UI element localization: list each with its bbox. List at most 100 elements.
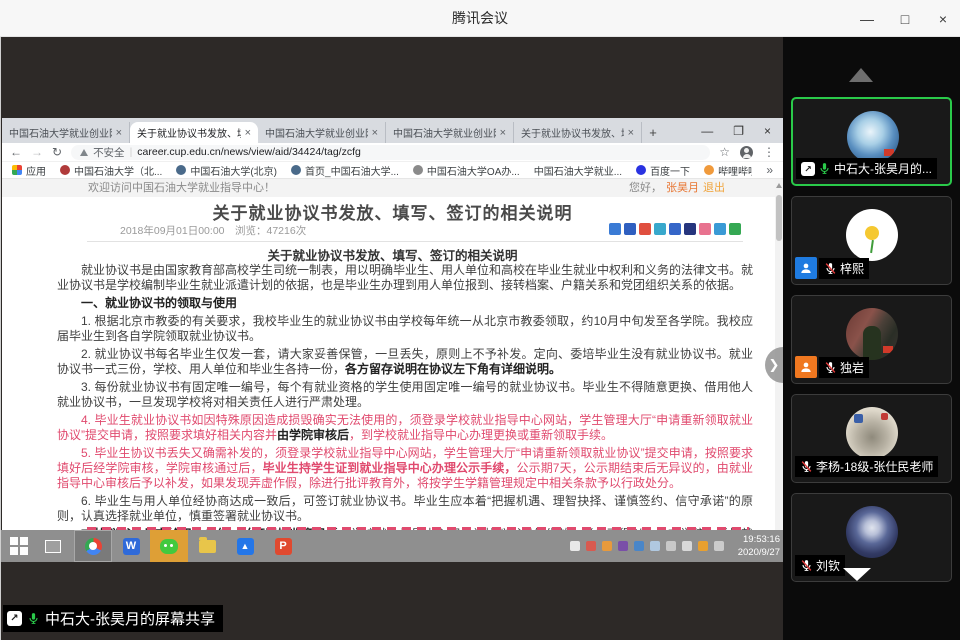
meeting-icon: ▲ [237,538,254,555]
share-service-icon-7[interactable] [699,223,711,235]
share-service-icon-1[interactable] [609,223,621,235]
text-segment: ，到学校就业指导中心办理更换或重新领取手续。 [349,428,613,442]
tab-close-icon[interactable]: × [116,127,122,139]
window-controls: — □ × [860,0,950,37]
powerpoint-taskbar-button[interactable]: P [264,530,302,562]
tab-close-icon[interactable]: × [372,127,378,139]
bookmark-star-icon[interactable]: ☆ [719,145,730,159]
tab-close-icon[interactable]: × [500,127,506,139]
bookmarks-overflow-icon[interactable]: » [766,163,773,177]
browser-menu-icon[interactable]: ⋮ [763,145,775,159]
bookmark-item[interactable]: 哔哩哔哩 ( ゜- ゜)つ... [704,163,752,178]
browser-minimize-button[interactable]: — [701,124,713,138]
back-icon[interactable]: ← [10,145,22,159]
share-service-icon-8[interactable] [714,223,726,235]
reload-icon[interactable]: ↻ [52,145,62,159]
scrollbar-up-arrow-icon[interactable] [776,183,782,188]
start-button[interactable] [10,537,28,555]
browser-tab[interactable]: 关于就业协议书发放、填写、…× [514,122,642,143]
forward-icon[interactable]: → [31,145,43,159]
share-service-icon-9[interactable] [729,223,741,235]
bookmark-label: 百度一下 [650,163,690,178]
participant-tile[interactable]: 李杨-18级-张仕民老师 [791,394,952,483]
profile-avatar-icon[interactable] [740,146,753,159]
tencent-meeting-window: 腾讯会议 — □ × 中国石油大学就业创业网-中…×关于就业协议书发放、填写、…… [0,0,960,640]
bookmark-item[interactable]: 中国石油大学(北京) [176,163,277,178]
input-method-tray-icon[interactable] [650,541,660,551]
bookmarks-bar: 应用中国石油大学（北... 中国石油大学(北京) 首页_中国石油大学... 中国石油大… [2,162,783,179]
tab-close-icon[interactable]: × [245,127,251,139]
bookmark-label: 中国石油大学就业... [534,163,622,178]
note-app-tray-icon[interactable] [618,541,628,551]
blue-app-tray-icon[interactable] [634,541,644,551]
bookmark-item[interactable]: 应用 [12,163,46,178]
tab-close-icon[interactable]: × [628,127,634,139]
browser-restore-button[interactable]: ❐ [733,124,744,138]
explorer-taskbar-button[interactable] [188,530,226,562]
meeting-taskbar-button[interactable]: ▲ [226,530,264,562]
windows-taskbar: W ▲ P 19:53:16 2020/9/27 [1,530,783,562]
article-paragraph: 4. 毕业生就业协议书如因特殊原因造成损毁确实无法使用的，须登录学校就业指导中心… [57,413,753,443]
share-service-icon-2[interactable] [624,223,636,235]
taskbar-apps: W ▲ P [74,530,302,562]
participant-info-row: 独岩 [795,356,869,378]
participant-tile[interactable]: 独岩 [791,295,952,384]
text-segment: 由学院审核后 [277,428,349,442]
chrome-taskbar-button[interactable] [74,530,112,562]
mic-on-icon [27,612,40,625]
close-button[interactable]: × [936,11,950,27]
taskbar-clock[interactable]: 19:53:16 2020/9/27 [726,533,780,559]
article-paragraph: 就业协议书是由国家教育部高校学生司统一制表，用以明确毕业生、用人单位和高校在毕业… [57,263,753,293]
bookmark-label: 哔哩哔哩 ( ゜- ゜)つ... [718,163,752,178]
browser-tab[interactable]: 关于就业协议书发放、填写、…× [130,122,258,143]
security-tray-icon[interactable] [698,541,708,551]
browser-tab[interactable]: 中国石油大学就业创业网-中…× [2,122,130,143]
wechat-icon [160,539,178,554]
network-tray-icon[interactable] [682,541,692,551]
browser-tab[interactable]: 中国石油大学就业创业网-中…× [258,122,386,143]
participant-name: 梓熙 [840,260,864,277]
titlebar: 腾讯会议 — □ × [0,0,960,37]
text-segment: 1. 根据北京市教委的有关要求，我校毕业生的就业协议书由学校每年统一从北京市教委… [57,314,753,343]
bookmark-item[interactable]: 中国石油大学（北... [60,163,162,178]
search-tray-icon[interactable] [602,541,612,551]
url-field[interactable]: 不安全 | career.cup.edu.cn/news/view/aid/34… [71,145,710,160]
expand-chevron-button[interactable]: ❯ [765,347,783,383]
colorful-app-tray-icon[interactable] [570,541,580,551]
wps-taskbar-button[interactable]: W [112,530,150,562]
user-link[interactable]: 张昊月 [666,179,699,197]
mic-muted-icon [800,559,813,572]
clock-date: 2020/9/27 [726,546,780,559]
browser-close-button[interactable]: × [764,124,771,138]
task-view-button[interactable] [45,540,61,553]
bookmark-favicon [704,165,714,175]
share-service-icon-4[interactable] [654,223,666,235]
share-service-icon-3[interactable] [639,223,651,235]
bookmark-favicon [636,165,646,175]
minimize-button[interactable]: — [860,11,874,27]
new-tab-button[interactable]: + [642,122,664,143]
text-segment: 6. 毕业生与用人单位经协商达成一致后，可签订就业协议书。毕业生应本着“把握机遇… [57,494,753,523]
address-bar: ← → ↻ 不安全 | career.cup.edu.cn/news/view/… [2,143,783,162]
bookmark-item[interactable]: 百度一下 [636,163,690,178]
bookmark-item[interactable]: 中国石油大学OA办... [413,163,520,178]
maximize-button[interactable]: □ [898,11,912,27]
speaker-tray-icon[interactable] [666,541,676,551]
browser-tab[interactable]: 中国石油大学就业创业网-中…× [386,122,514,143]
share-service-icon-5[interactable] [669,223,681,235]
share-service-icon-6[interactable] [684,223,696,235]
participant-tile[interactable]: 刘钦 [791,493,952,582]
scrollbar-thumb[interactable] [776,195,782,241]
logout-link[interactable]: 退出 [703,179,725,197]
scroll-down-button[interactable] [843,568,871,581]
volume-tray-icon[interactable] [714,541,724,551]
url-text: career.cup.edu.cn/news/view/aid/34424/ta… [137,146,361,158]
participant-tile[interactable]: ↗中石大-张昊月的... [791,97,952,186]
scroll-up-button[interactable] [849,68,873,82]
wechat-taskbar-button[interactable] [150,530,188,562]
bookmark-item[interactable]: 首页_中国石油大学... [291,163,399,178]
participant-tile[interactable]: 梓熙 [791,196,952,285]
bookmark-item[interactable]: 中国石油大学就业... [534,163,622,178]
red-app-tray-icon[interactable] [586,541,596,551]
mic-muted-icon [800,460,813,473]
